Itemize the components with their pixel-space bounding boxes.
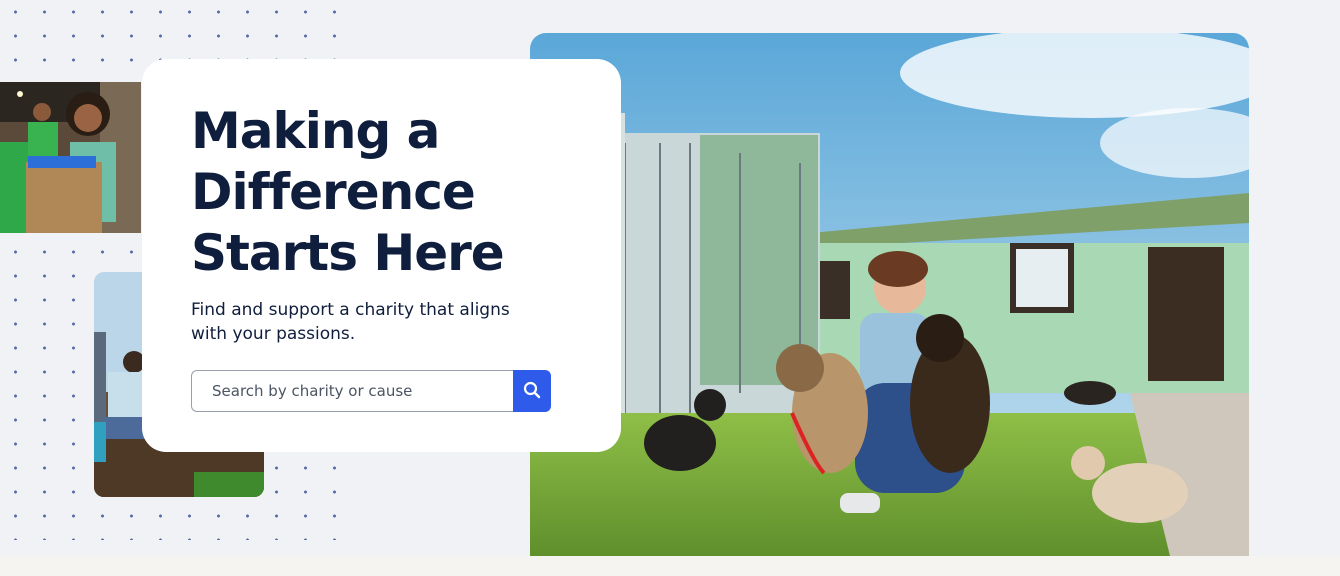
hero-card: Making a Difference Starts Here Find and… bbox=[142, 59, 621, 452]
hero-subtext: Find and support a charity that aligns w… bbox=[191, 300, 510, 344]
headline-line-2: Difference bbox=[191, 163, 476, 221]
woman-with-shelter-dogs-photo bbox=[530, 33, 1249, 556]
search-input[interactable] bbox=[191, 370, 514, 412]
charity-search bbox=[191, 370, 552, 412]
page-bottom-strip bbox=[0, 556, 1340, 576]
headline-line-3: Starts Here bbox=[191, 224, 505, 282]
search-icon bbox=[523, 381, 541, 402]
search-button[interactable] bbox=[513, 370, 551, 412]
headline-line-1: Making a bbox=[191, 102, 440, 160]
page-title: Making a Difference Starts Here bbox=[191, 101, 591, 284]
girl-holding-donation-bag-photo bbox=[0, 82, 141, 233]
